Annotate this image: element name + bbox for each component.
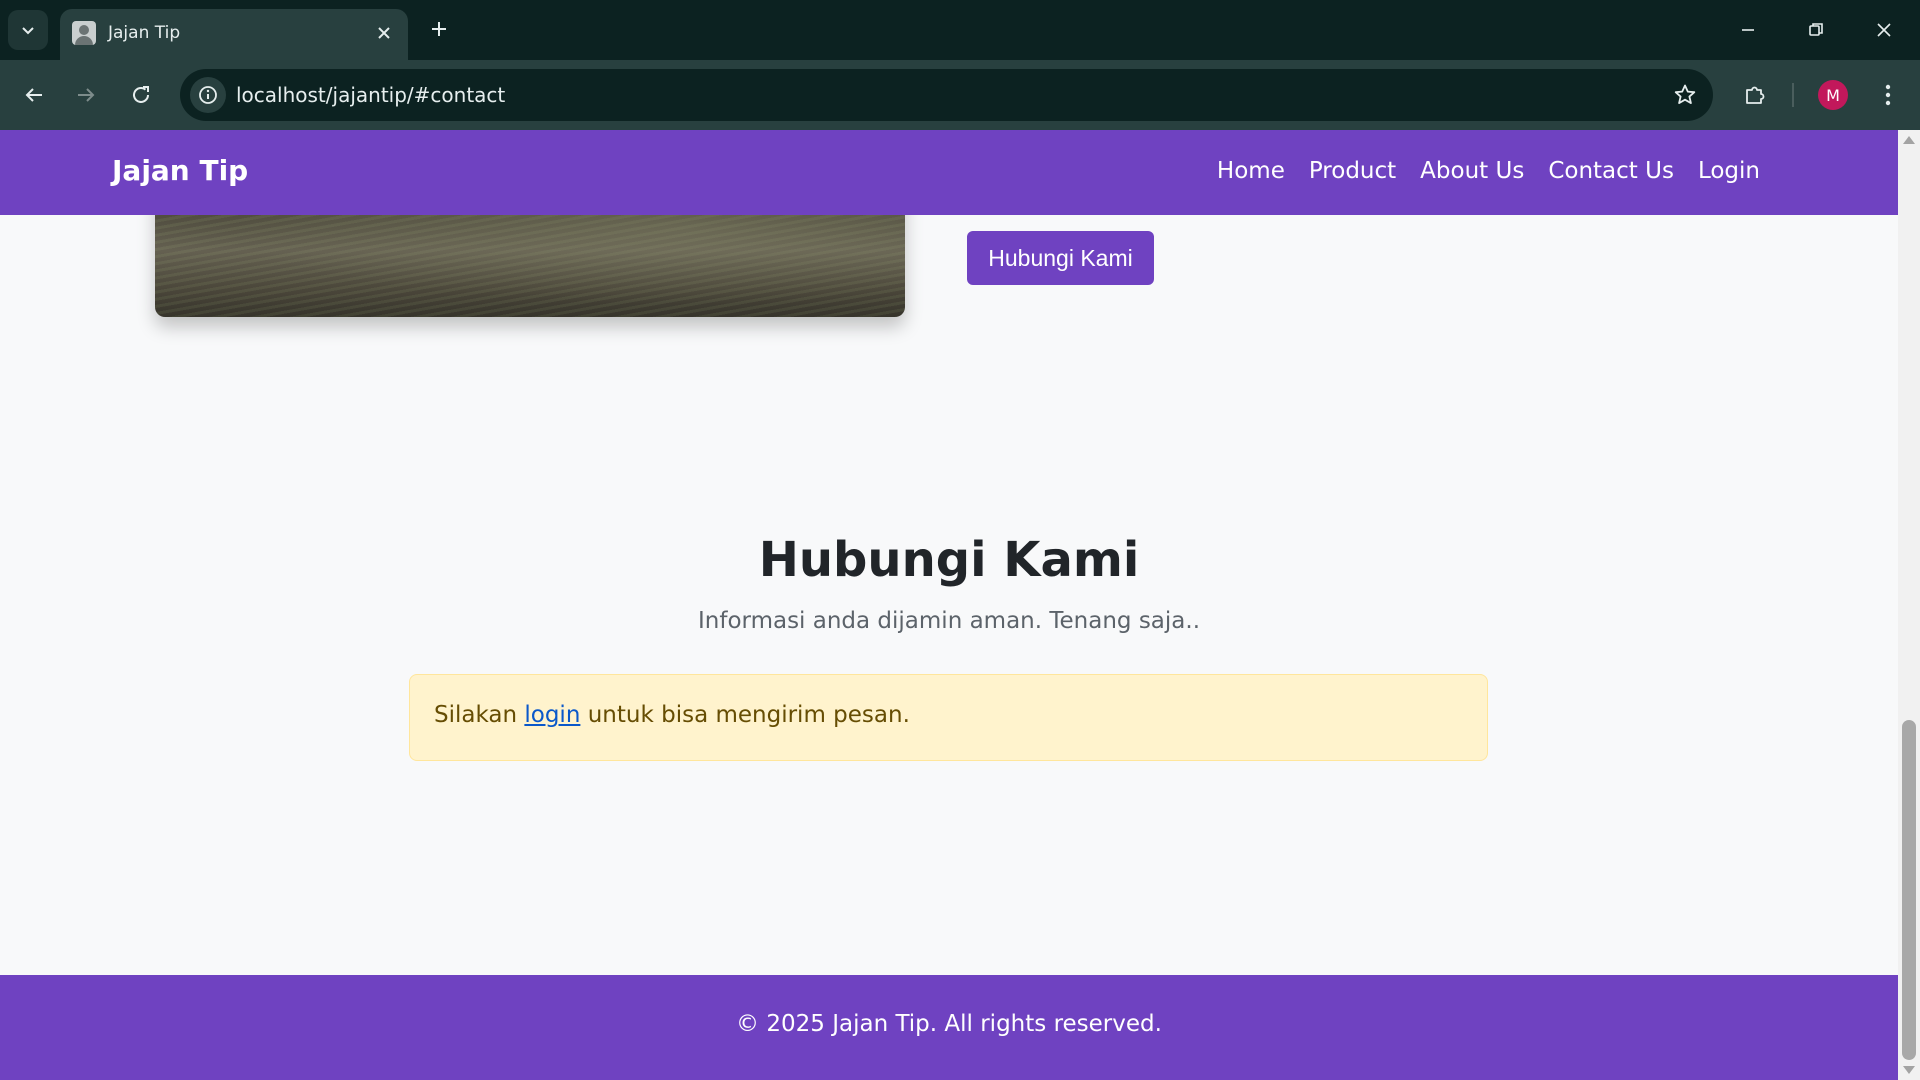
extensions-button[interactable] bbox=[1735, 75, 1775, 115]
profile-avatar[interactable]: M bbox=[1818, 80, 1848, 110]
browser-toolbar: localhost/jajantip/#contact M bbox=[0, 60, 1920, 130]
tab-search-button[interactable] bbox=[8, 10, 48, 50]
arrow-right-icon bbox=[78, 88, 95, 102]
minimize-icon bbox=[1742, 29, 1754, 31]
hubungi-kami-button[interactable]: Hubungi Kami bbox=[967, 231, 1154, 285]
site-info-button[interactable] bbox=[190, 77, 226, 113]
favicon-icon bbox=[72, 21, 96, 45]
login-link[interactable]: login bbox=[524, 702, 580, 728]
nav-links: Home Product About Us Contact Us Login bbox=[1205, 158, 1772, 184]
alert-suffix: untuk bisa mengirim pesan. bbox=[580, 702, 910, 728]
nav-link-contact[interactable]: Contact Us bbox=[1536, 158, 1686, 184]
chevron-down-icon bbox=[22, 27, 34, 35]
contact-title: Hubungi Kami bbox=[758, 532, 1140, 588]
nav-link-product[interactable]: Product bbox=[1297, 158, 1408, 184]
forward-button[interactable] bbox=[66, 75, 106, 115]
reload-button[interactable] bbox=[121, 75, 161, 115]
window-close-button[interactable] bbox=[1860, 10, 1908, 50]
puzzle-icon bbox=[1746, 86, 1765, 104]
site-navbar: Jajan Tip Home Product About Us Contact … bbox=[0, 130, 1898, 215]
address-bar[interactable]: localhost/jajantip/#contact bbox=[180, 69, 1713, 121]
alert-text: Silakan login untuk bisa mengirim pesan. bbox=[434, 702, 910, 728]
alert-prefix: Silakan bbox=[434, 702, 525, 728]
star-icon bbox=[1674, 84, 1696, 104]
login-alert: Silakan login untuk bisa mengirim pesan. bbox=[409, 674, 1488, 761]
scrollbar-thumb[interactable] bbox=[1902, 720, 1916, 1060]
contact-subtitle: Informasi anda dijamin aman. Tenang saja… bbox=[697, 608, 1201, 634]
nav-link-home[interactable]: Home bbox=[1205, 158, 1297, 184]
minimize-button[interactable] bbox=[1724, 10, 1772, 50]
page-viewport: Hubungi Kami Jajan Tip Home Product Abou… bbox=[0, 130, 1898, 1080]
new-tab-button[interactable] bbox=[424, 14, 454, 44]
url-text: localhost/jajantip/#contact bbox=[236, 83, 506, 107]
restore-icon bbox=[1809, 23, 1823, 36]
restore-button[interactable] bbox=[1792, 10, 1840, 50]
info-icon bbox=[199, 86, 217, 104]
browser-tab-bar: Jajan Tip bbox=[0, 0, 1920, 60]
nav-link-login[interactable]: Login bbox=[1686, 158, 1772, 184]
bookmark-button[interactable] bbox=[1671, 81, 1699, 109]
page-scrollbar[interactable] bbox=[1898, 130, 1920, 1080]
reload-icon bbox=[133, 86, 149, 103]
back-button[interactable] bbox=[14, 75, 54, 115]
kebab-menu-icon bbox=[1885, 84, 1891, 106]
scroll-up-arrow[interactable] bbox=[1903, 136, 1915, 144]
close-icon bbox=[378, 27, 390, 39]
footer-copyright: © 2025 Jajan Tip. All rights reserved. bbox=[736, 1011, 1162, 1037]
browser-tab[interactable]: Jajan Tip bbox=[60, 9, 408, 60]
close-icon bbox=[1877, 23, 1891, 37]
plus-icon bbox=[432, 22, 446, 36]
browser-menu-button[interactable] bbox=[1868, 75, 1908, 115]
site-footer: © 2025 Jajan Tip. All rights reserved. bbox=[0, 975, 1898, 1080]
toolbar-divider bbox=[1792, 83, 1794, 107]
tab-close-button[interactable] bbox=[372, 21, 396, 45]
tab-title: Jajan Tip bbox=[108, 23, 181, 43]
nav-link-about[interactable]: About Us bbox=[1408, 158, 1536, 184]
scroll-down-arrow[interactable] bbox=[1903, 1066, 1915, 1074]
site-brand[interactable]: Jajan Tip bbox=[112, 154, 248, 187]
arrow-left-icon bbox=[25, 88, 42, 102]
